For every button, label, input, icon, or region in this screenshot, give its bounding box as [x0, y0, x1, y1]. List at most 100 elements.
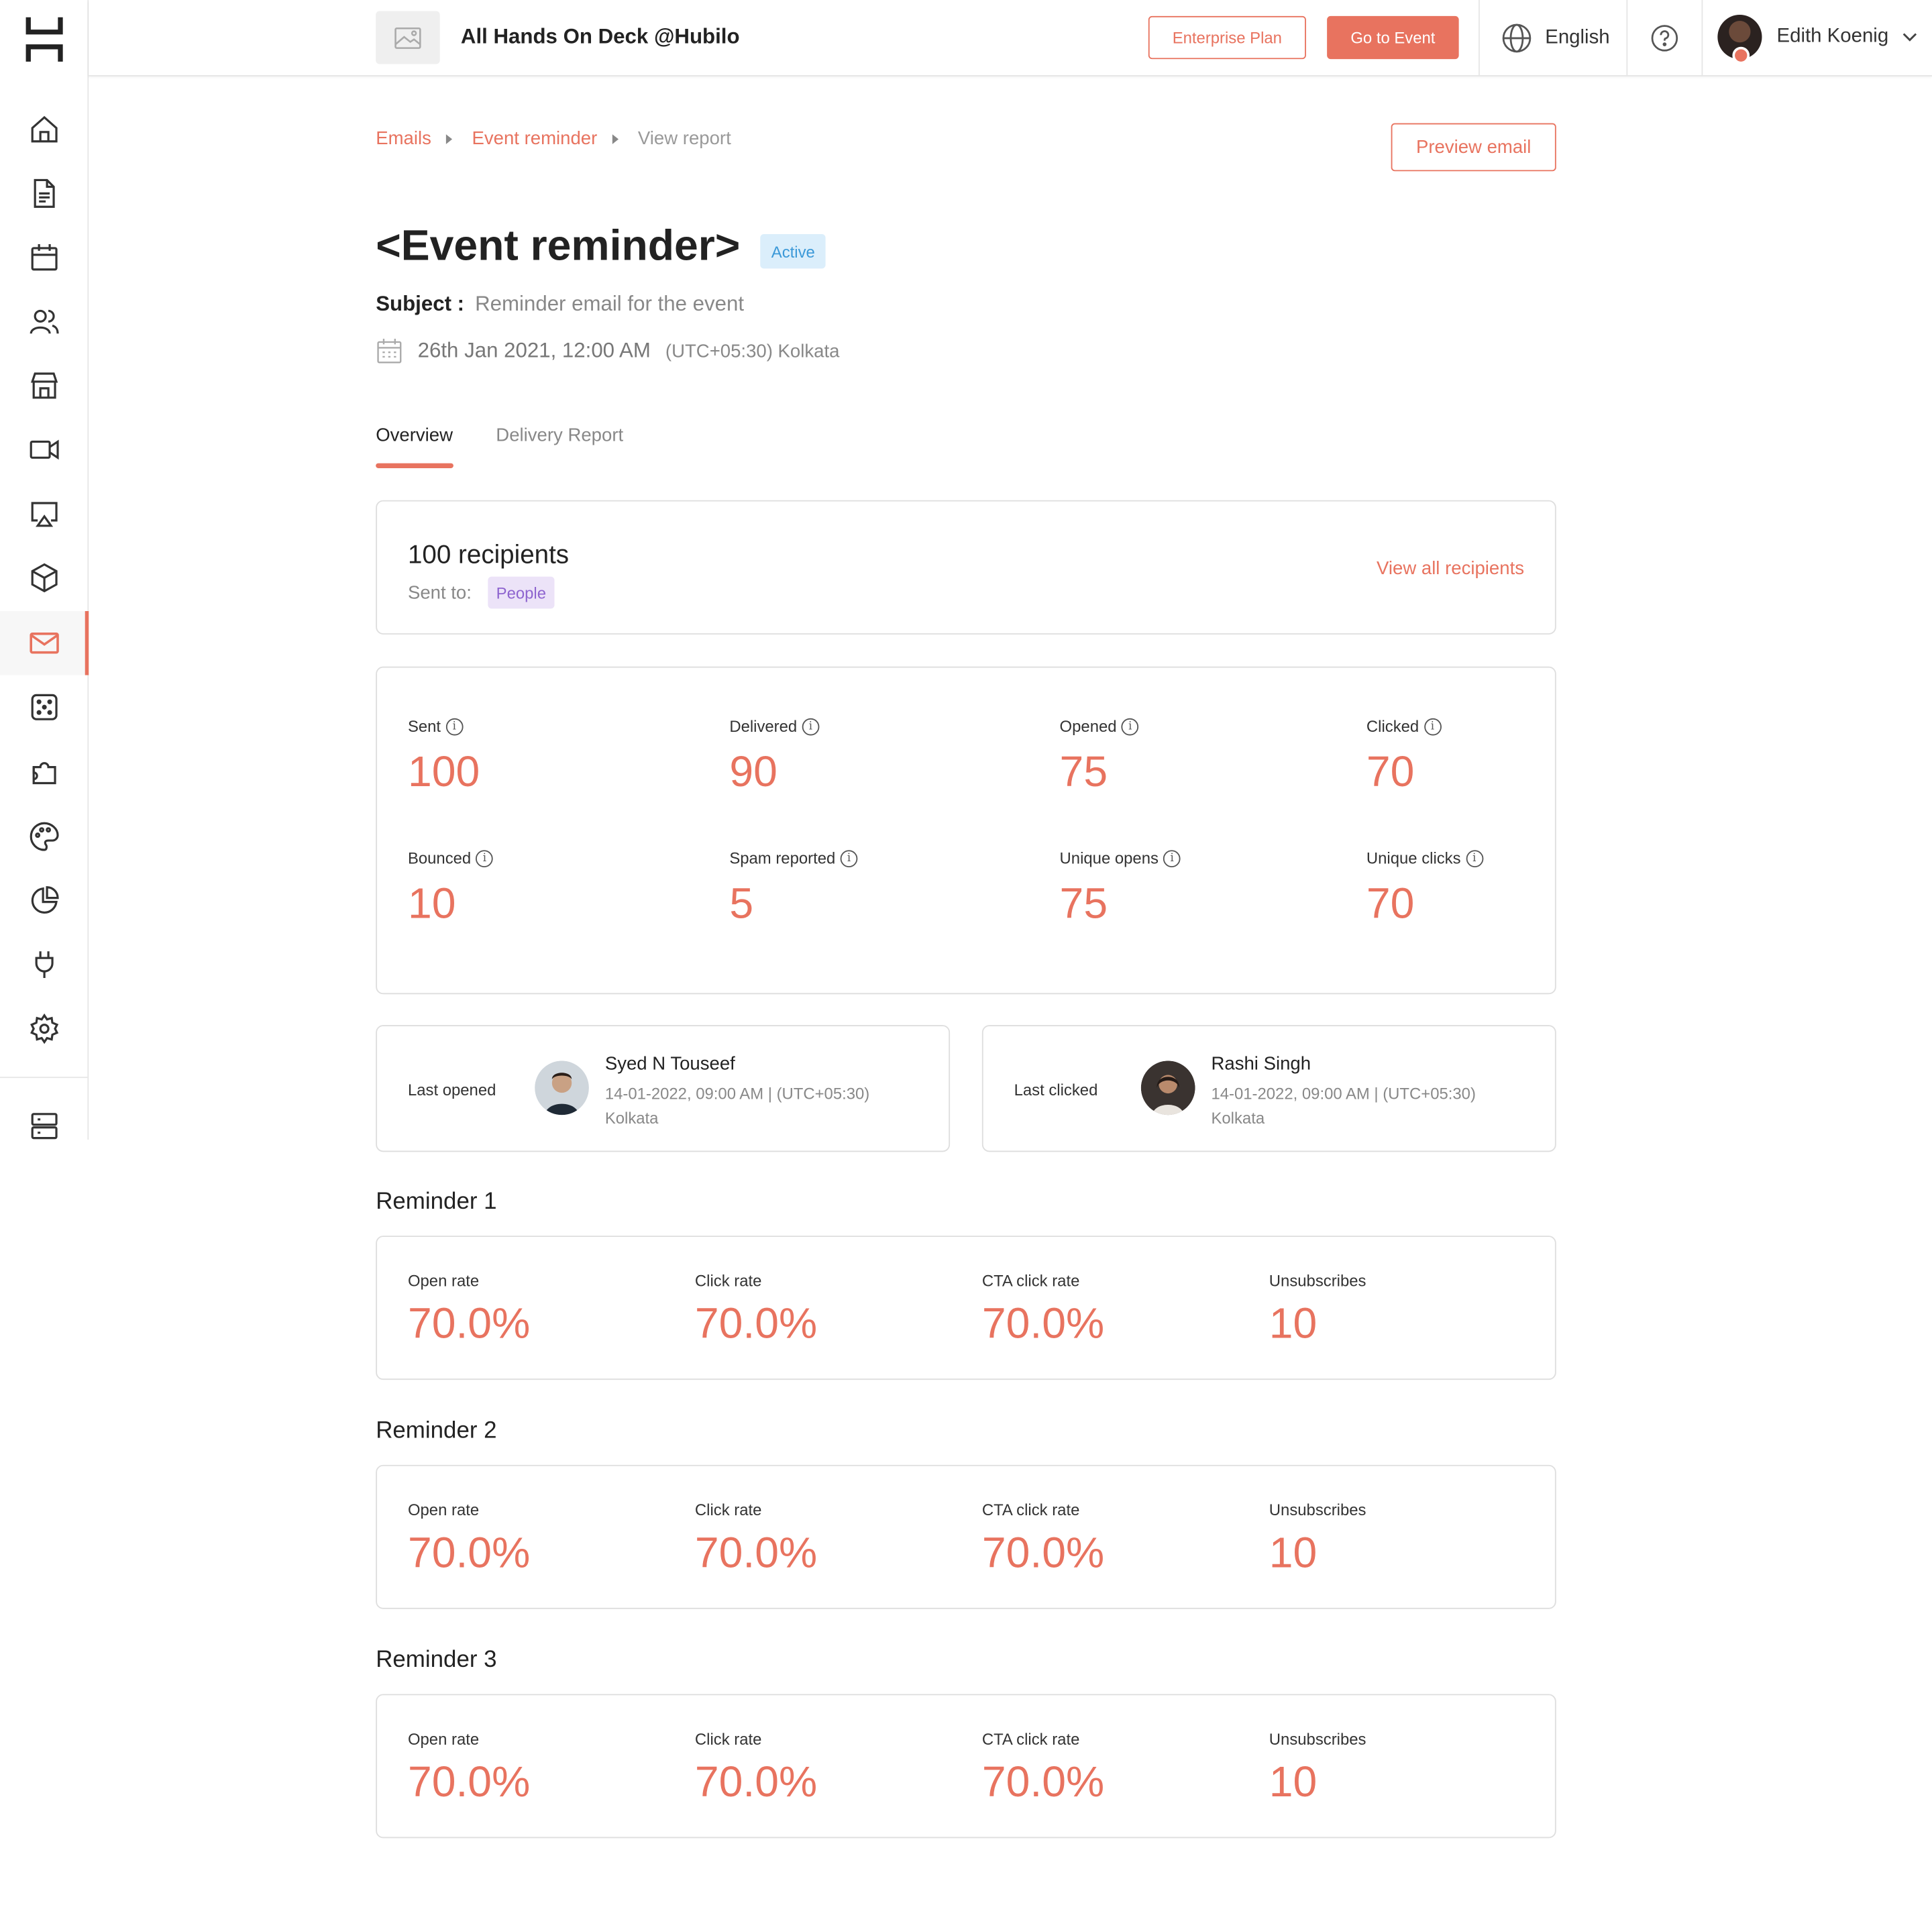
- pie-chart-icon: [30, 886, 58, 914]
- email-subject: Subject : Reminder email for the event: [376, 292, 744, 317]
- stat-label: Sent: [407, 716, 441, 736]
- recipients-count: 100 recipients: [407, 541, 570, 569]
- rem-label: CTA click rate: [981, 1271, 1080, 1291]
- rem-value: 70.0%: [407, 1757, 531, 1806]
- sidebar-item-plugins[interactable]: [0, 932, 87, 997]
- sidebar-item-booths[interactable]: [0, 353, 87, 418]
- preview-email-button[interactable]: Preview email: [1391, 123, 1556, 172]
- sidebar-item-games[interactable]: [0, 675, 87, 740]
- language-selector[interactable]: English: [1501, 22, 1610, 54]
- open-rate: Open rate 70.0%: [408, 1501, 530, 1578]
- cta-click-rate: CTA click rate 70.0%: [982, 1501, 1104, 1578]
- reminder-title: Reminder 2: [376, 1418, 497, 1444]
- sidebar-item-analytics[interactable]: [0, 869, 87, 933]
- rem-value: 70.0%: [694, 1757, 818, 1806]
- info-icon[interactable]: i: [802, 717, 820, 735]
- last-opened-label: Last opened: [407, 1080, 496, 1099]
- help-button[interactable]: [1650, 23, 1679, 59]
- sidebar-item-calendar[interactable]: [0, 225, 87, 290]
- sidebar-item-people[interactable]: [0, 290, 87, 354]
- avatar: [535, 1060, 589, 1115]
- open-rate: Open rate 70.0%: [408, 1271, 530, 1349]
- stat-delivered: Delivered i 90: [729, 717, 820, 797]
- view-all-recipients-link[interactable]: View all recipients: [1377, 558, 1524, 579]
- event-thumbnail: [376, 11, 440, 64]
- user-name: Edith Koenig: [1776, 25, 1889, 47]
- sidebar-item-packages[interactable]: [0, 546, 87, 610]
- last-opened-name: Syed N Touseef: [604, 1053, 735, 1075]
- document-icon: [33, 178, 54, 208]
- tab-bar: Overview Delivery Report: [376, 425, 666, 468]
- calendar-icon: [377, 338, 402, 364]
- breadcrumb-event-reminder[interactable]: Event reminder: [472, 128, 597, 149]
- sidebar-item-settings[interactable]: [0, 997, 87, 1061]
- sidebar-item-screen-cast[interactable]: [0, 482, 87, 546]
- sidebar-item-video[interactable]: [0, 418, 87, 482]
- sidebar-item-home[interactable]: [0, 97, 87, 162]
- click-rate: Click rate 70.0%: [695, 1271, 817, 1349]
- breadcrumb-emails[interactable]: Emails: [376, 128, 431, 149]
- go-to-event-button[interactable]: Go to Event: [1327, 15, 1459, 60]
- rem-label: Click rate: [694, 1271, 762, 1291]
- breadcrumb-separator-icon: [445, 133, 453, 144]
- stat-sent: Sent i 100: [408, 717, 480, 797]
- open-rate: Open rate 70.0%: [408, 1730, 530, 1808]
- rem-value: 70.0%: [981, 1299, 1105, 1348]
- tab-overview[interactable]: Overview: [376, 425, 453, 468]
- box-icon: [30, 563, 57, 593]
- tab-delivery-report[interactable]: Delivery Report: [496, 425, 623, 468]
- stat-clicked: Clicked i 70: [1366, 716, 1442, 797]
- rem-label: Click rate: [694, 1501, 762, 1519]
- info-icon[interactable]: i: [1163, 849, 1181, 867]
- info-icon[interactable]: i: [1424, 717, 1442, 735]
- reminder-title: Reminder 1: [376, 1189, 497, 1215]
- info-icon[interactable]: i: [445, 717, 464, 735]
- stat-label: Clicked: [1366, 716, 1419, 736]
- info-icon[interactable]: i: [1465, 849, 1483, 867]
- stat-value: 75: [1059, 747, 1108, 796]
- home-icon: [30, 115, 57, 143]
- rem-value: 10: [1269, 1757, 1318, 1806]
- breadcrumb-separator-icon: [612, 133, 619, 144]
- rem-value: 70.0%: [981, 1757, 1105, 1806]
- rem-value: 70.0%: [407, 1299, 531, 1348]
- stat-value: 75: [1059, 879, 1108, 928]
- last-opened-card: Last opened Syed N Touseef 14-01-2022, 0…: [376, 1025, 951, 1152]
- page-title: <Event reminder>: [376, 221, 741, 270]
- sidebar: [0, 0, 89, 1140]
- stat-value: 100: [407, 747, 480, 796]
- chevron-down-icon: [1902, 33, 1917, 42]
- sidebar-item-server[interactable]: [0, 1094, 87, 1158]
- breadcrumb: Emails Event reminder View report: [376, 128, 731, 149]
- recipients-card: 100 recipients Sent to: People View all …: [376, 500, 1556, 635]
- stat-label: Opened: [1059, 716, 1117, 736]
- sidebar-item-integrations[interactable]: [0, 741, 87, 805]
- stat-value: 10: [407, 879, 456, 928]
- video-icon: [29, 439, 58, 460]
- info-icon[interactable]: i: [476, 849, 494, 867]
- last-clicked-card: Last clicked Rashi Singh 14-01-2022, 09:…: [981, 1025, 1556, 1152]
- breadcrumb-view-report: View report: [637, 128, 731, 150]
- status-badge: Active: [760, 233, 826, 269]
- rem-label: Unsubscribes: [1269, 1501, 1366, 1519]
- enterprise-plan-button[interactable]: Enterprise Plan: [1148, 15, 1306, 60]
- rem-label: Open rate: [407, 1271, 480, 1291]
- info-icon[interactable]: i: [840, 849, 858, 867]
- user-menu[interactable]: Edith Koenig: [1717, 15, 1918, 64]
- stat-value: 90: [729, 747, 777, 796]
- rem-label: Unsubscribes: [1269, 1271, 1366, 1291]
- sidebar-item-branding[interactable]: [0, 804, 87, 869]
- reminder-title: Reminder 3: [376, 1647, 497, 1674]
- rem-value: 10: [1269, 1299, 1318, 1348]
- info-icon[interactable]: i: [1121, 717, 1139, 735]
- image-placeholder-icon: [394, 27, 421, 48]
- sidebar-item-documents[interactable]: [0, 162, 87, 226]
- reminder-card: Open rate 70.0% Click rate 70.0% CTA click…: [376, 1236, 1556, 1380]
- globe-icon: [1502, 23, 1532, 53]
- sidebar-item-emails[interactable]: [0, 611, 89, 675]
- logo-icon[interactable]: [25, 15, 64, 64]
- stat-bounced: Bounced i 10: [407, 849, 494, 928]
- header-divider: [1701, 0, 1703, 76]
- last-clicked-time: 14-01-2022, 09:00 AM | (UTC+05:30) Kolka…: [1211, 1084, 1476, 1128]
- people-icon: [29, 309, 58, 334]
